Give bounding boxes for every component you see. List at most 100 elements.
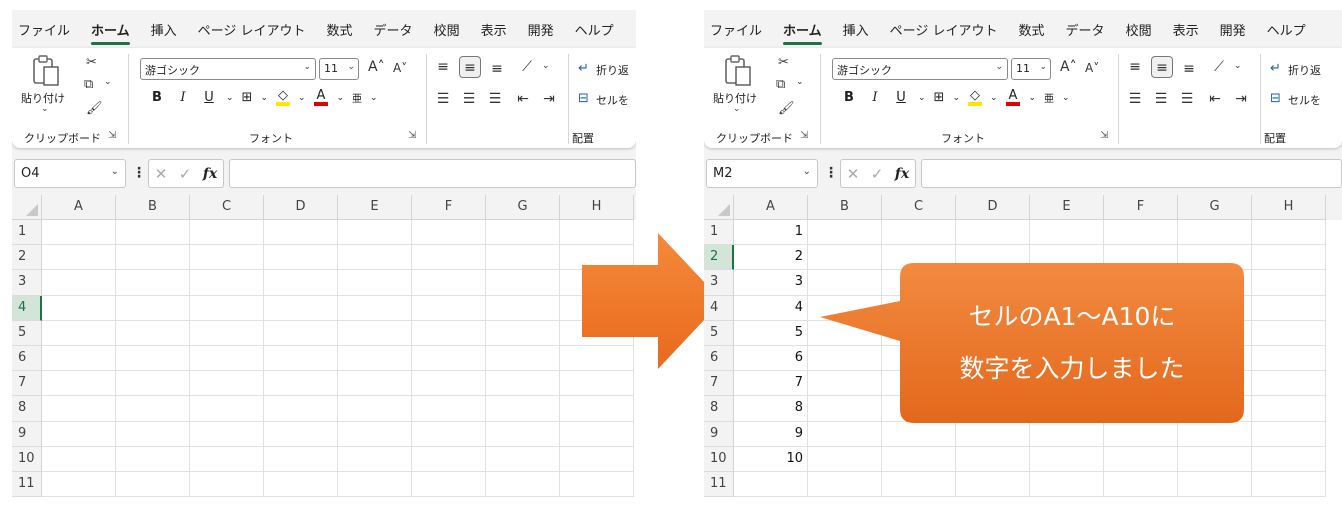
row-header[interactable]: 1 <box>704 220 734 246</box>
tab-home[interactable]: ホーム <box>783 20 822 45</box>
row-header[interactable]: 5 <box>704 320 734 346</box>
tab-review[interactable]: 校閲 <box>434 20 460 39</box>
row-header[interactable]: 10 <box>704 446 734 472</box>
font-name-select[interactable]: 游ゴシック ⌄ <box>140 58 316 80</box>
grid-cell[interactable] <box>1178 220 1252 246</box>
grid-cell[interactable] <box>264 471 338 498</box>
cut-icon[interactable]: ✂ <box>86 56 97 69</box>
grid-cell[interactable] <box>338 446 412 472</box>
tab-formulas[interactable]: 数式 <box>1019 20 1045 39</box>
align-top-icon[interactable]: ≡ <box>432 56 454 78</box>
paste-icon[interactable] <box>724 53 752 87</box>
align-middle-icon[interactable]: ≡ <box>1151 56 1173 78</box>
underline-button[interactable]: U <box>200 90 218 105</box>
column-header[interactable]: F <box>1104 195 1178 220</box>
grid-cell[interactable] <box>486 295 560 321</box>
grid-cell[interactable] <box>1178 446 1252 472</box>
column-header[interactable]: H <box>1252 195 1326 220</box>
grid-cell[interactable] <box>338 396 412 422</box>
row-header[interactable]: 4 <box>704 295 734 321</box>
chevron-down-icon[interactable]: ⌄ <box>952 93 960 103</box>
grid-cell[interactable]: 8 <box>734 396 808 422</box>
column-header[interactable]: F <box>412 195 486 220</box>
font-name-select[interactable]: 游ゴシック ⌄ <box>832 58 1008 80</box>
row-header[interactable]: 10 <box>12 446 42 472</box>
copy-icon[interactable]: ⧉ <box>776 78 785 91</box>
align-middle-icon[interactable]: ≡ <box>459 56 481 78</box>
row-header[interactable]: 5 <box>12 320 42 346</box>
merge-cells-button[interactable]: セルを <box>1288 92 1321 108</box>
row-header[interactable]: 3 <box>704 270 734 296</box>
grid-cell[interactable] <box>560 471 634 498</box>
row-header[interactable]: 4 <box>12 295 42 321</box>
italic-button[interactable]: I <box>866 90 884 105</box>
dialog-launcher-icon[interactable]: ⇲ <box>408 130 416 141</box>
grid-cell[interactable] <box>190 471 264 498</box>
align-left-icon[interactable]: ☰ <box>1124 88 1146 110</box>
format-painter-icon[interactable]: 🖌 <box>778 102 795 115</box>
grid-cell[interactable] <box>486 345 560 372</box>
insert-function-icon[interactable]: fx <box>895 166 909 182</box>
grid-cell[interactable] <box>1252 295 1326 321</box>
tab-review[interactable]: 校閲 <box>1126 20 1152 39</box>
grid-cell[interactable]: 3 <box>734 270 808 296</box>
grid-cell[interactable] <box>1030 220 1104 246</box>
align-bottom-icon[interactable]: ≡ <box>1178 58 1200 80</box>
chevron-down-icon[interactable]: ⌄ <box>918 93 926 103</box>
phonetic-guide-icon[interactable]: 亜 <box>1044 90 1054 105</box>
row-header[interactable]: 7 <box>12 371 42 397</box>
select-all-button[interactable] <box>12 195 42 220</box>
dialog-launcher-icon[interactable]: ⇲ <box>1100 130 1108 141</box>
grid-cell[interactable] <box>338 220 412 246</box>
format-painter-icon[interactable]: 🖌 <box>86 102 103 115</box>
row-header[interactable]: 11 <box>12 471 42 498</box>
grid-cell[interactable] <box>1104 446 1178 472</box>
grid-cell[interactable] <box>734 471 808 498</box>
grid-cell[interactable] <box>808 220 882 246</box>
grid-cell[interactable] <box>412 295 486 321</box>
tab-data[interactable]: データ <box>374 20 413 39</box>
grid-cell[interactable] <box>486 320 560 346</box>
chevron-down-icon[interactable]: ⌄ <box>1234 62 1242 71</box>
tab-data[interactable]: データ <box>1066 20 1105 39</box>
chevron-down-icon[interactable]: ⌄ <box>41 104 49 114</box>
font-color-icon[interactable]: A <box>313 89 329 106</box>
decrease-font-size-icon[interactable]: A˅ <box>393 62 407 74</box>
grid-cell[interactable]: 10 <box>734 446 808 472</box>
grid-cell[interactable] <box>808 446 882 472</box>
row-header[interactable]: 8 <box>12 396 42 422</box>
chevron-down-icon[interactable]: ⌄ <box>104 78 112 87</box>
grid-cell[interactable] <box>42 295 116 321</box>
grid-cell[interactable] <box>560 371 634 397</box>
tab-help[interactable]: ヘルプ <box>575 20 614 39</box>
grid-cell[interactable] <box>1030 446 1104 472</box>
grid-cell[interactable] <box>956 220 1030 246</box>
borders-icon[interactable]: ⊞ <box>242 90 253 105</box>
grid-cell[interactable] <box>338 345 412 372</box>
column-header[interactable]: H <box>560 195 634 220</box>
align-right-icon[interactable]: ☰ <box>484 88 506 110</box>
chevron-down-icon[interactable]: ⌄ <box>733 104 741 114</box>
grid-cell[interactable] <box>116 320 190 346</box>
grid-cell[interactable] <box>882 220 956 246</box>
tab-help[interactable]: ヘルプ <box>1267 20 1306 39</box>
row-header[interactable]: 9 <box>704 421 734 447</box>
font-color-icon[interactable]: A <box>1005 89 1021 106</box>
column-header[interactable]: A <box>734 195 808 220</box>
grid-cell[interactable] <box>412 220 486 246</box>
orientation-icon[interactable]: ⟋ <box>516 56 538 78</box>
grid-cell[interactable] <box>956 446 1030 472</box>
grid-cell[interactable] <box>412 345 486 372</box>
fill-color-icon[interactable]: ◇ <box>968 89 982 106</box>
grid-cell[interactable] <box>1178 421 1252 447</box>
wrap-text-button[interactable]: 折り返 <box>1288 62 1321 78</box>
more-options-icon[interactable]: ⋮ <box>824 165 838 181</box>
column-header[interactable]: E <box>1030 195 1104 220</box>
column-header[interactable]: E <box>338 195 412 220</box>
grid-cell[interactable] <box>1030 421 1104 447</box>
tab-view[interactable]: 表示 <box>1173 20 1199 39</box>
grid-cell[interactable] <box>42 345 116 372</box>
grid-cell[interactable] <box>1252 396 1326 422</box>
align-left-icon[interactable]: ☰ <box>432 88 454 110</box>
grid-cell[interactable] <box>42 320 116 346</box>
